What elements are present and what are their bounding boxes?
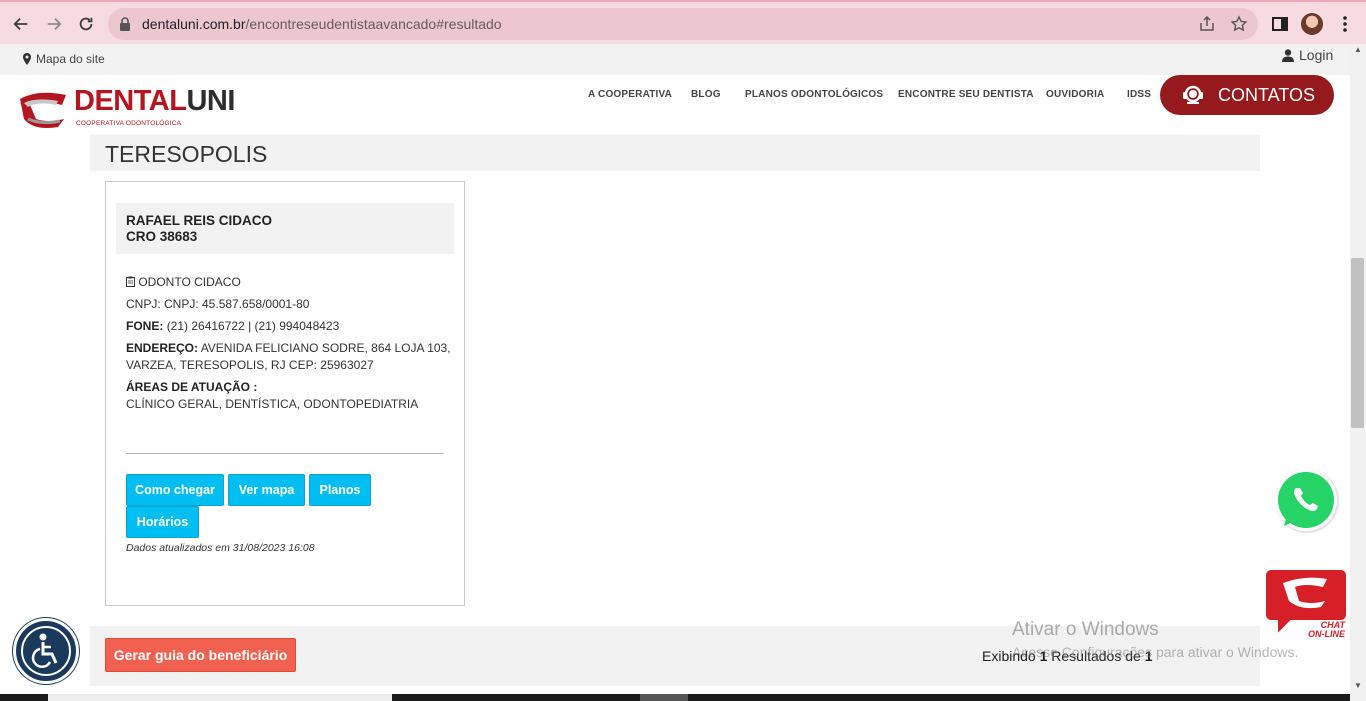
dentist-card: RAFAEL REIS CIDACO CRO 38683 ODONTO CIDA… (105, 181, 465, 606)
data-updated-note: Dados atualizados em 31/08/2023 16:08 (126, 542, 315, 554)
sitemap-link[interactable]: Mapa do site (22, 52, 105, 66)
practice-areas-label: ÁREAS DE ATUAÇÃO : (126, 380, 258, 394)
planos-button[interactable]: Planos (309, 474, 371, 506)
como-chegar-button[interactable]: Como chegar (126, 474, 224, 506)
address-line2: VARZEA, TERESOPOLIS, RJ CEP: 25963027 (126, 358, 374, 372)
logo-subtitle: COOPERATIVA ODONTOLÓGICA (76, 120, 182, 127)
ver-mapa-button[interactable]: Ver mapa (228, 474, 305, 506)
nav-encontre-seu-dentista[interactable]: ENCONTRE SEU DENTISTA (898, 89, 1034, 100)
practice-areas: ÁREAS DE ATUAÇÃO : CLÍNICO GERAL, DENTÍST… (126, 379, 418, 413)
sitemap-label: Mapa do site (36, 52, 105, 66)
practice-areas-value: CLÍNICO GERAL, DENTÍSTICA, ODONTOPEDIATR… (126, 397, 419, 411)
scroll-down-icon[interactable]: ▼ (1353, 682, 1363, 690)
address-bar[interactable]: dentaluni.com.br/encontreseudentistaavan… (108, 8, 1258, 40)
clipboard-icon (126, 276, 135, 287)
chat-label: CHAT ON-LINE (1305, 621, 1345, 639)
dentist-name: RAFAEL REIS CIDACO (126, 213, 273, 228)
share-icon[interactable] (1198, 15, 1216, 33)
clinic-address: ENDEREÇO: AVENIDA FELICIANO SODRE, 864 L… (126, 340, 451, 374)
logo-wordmark: DENTALUNI (74, 85, 235, 117)
city-header: TERESOPOLIS (90, 135, 1260, 171)
utility-bar: Mapa do site Login (0, 44, 1350, 75)
reload-icon[interactable] (73, 11, 99, 37)
chat-label-2: ON-LINE (1308, 629, 1345, 639)
windows-activation-title: Ativar o Windows (1012, 619, 1159, 640)
url-text: dentaluni.com.br/encontreseudentistaavan… (142, 16, 502, 32)
map-pin-icon (23, 53, 31, 65)
horarios-button[interactable]: Horários (126, 506, 199, 538)
phone-label: FONE: (126, 319, 164, 333)
clinic-cnpj: CNPJ: CNPJ: 45.587.658/0001-80 (126, 297, 310, 311)
clinic-phone: FONE: (21) 26416722 | (21) 994048423 (126, 318, 339, 335)
nav-a-cooperativa[interactable]: A COOPERATIVA (588, 89, 672, 100)
taskbar (0, 694, 1350, 701)
address-label: ENDEREÇO: (126, 341, 199, 355)
user-icon (1282, 48, 1294, 62)
nav-ouvidoria[interactable]: OUVIDORIA (1046, 89, 1104, 100)
dentaluni-logo[interactable]: DENTALUNI COOPERATIVA ODONTOLÓGICA (18, 83, 278, 129)
chat-online-widget[interactable]: CHAT ON-LINE (1265, 565, 1350, 645)
back-icon[interactable] (8, 11, 34, 37)
nav-planos-odontologicos[interactable]: PLANOS ODONTOLÓGICOS (745, 89, 883, 100)
browser-toolbar: dentaluni.com.br/encontreseudentistaavan… (0, 0, 1366, 44)
accessibility-button[interactable] (13, 618, 79, 684)
accessibility-icon (21, 626, 71, 676)
clinic-label: ODONTO CIDACO (138, 275, 241, 289)
dentist-cro: CRO 38683 (126, 229, 198, 244)
gerar-guia-button[interactable]: Gerar guia do beneficiário (105, 638, 296, 672)
headset-icon (1183, 85, 1203, 104)
forward-icon[interactable] (41, 11, 67, 37)
whatsapp-icon[interactable] (1270, 464, 1342, 536)
side-panel-icon[interactable] (1270, 14, 1290, 34)
lock-icon (120, 17, 130, 31)
nav-idss[interactable]: IDSS (1127, 89, 1151, 100)
contatos-label: CONTATOS (1218, 84, 1316, 105)
site-header: DENTALUNI COOPERATIVA ODONTOLÓGICA A COO… (0, 75, 1350, 135)
card-divider (126, 453, 444, 454)
address-line1: AVENIDA FELICIANO SODRE, 864 LOJA 103, (200, 341, 451, 355)
scrollbar-thumb[interactable] (1351, 258, 1364, 428)
scroll-up-icon[interactable]: ▲ (1353, 46, 1363, 54)
bookmark-star-icon[interactable] (1230, 15, 1248, 33)
dentist-card-header: RAFAEL REIS CIDACO CRO 38683 (116, 203, 454, 254)
contatos-button[interactable]: CONTATOS (1160, 75, 1334, 115)
profile-avatar[interactable] (1301, 13, 1323, 35)
clinic-name: ODONTO CIDACO (126, 274, 241, 291)
logo-mark-icon (20, 92, 66, 128)
phone-value: (21) 26416722 | (21) 994048423 (166, 319, 340, 333)
windows-activation-subtitle: Acesse Configurações para ativar o Windo… (1012, 644, 1299, 660)
login-label: Login (1299, 47, 1334, 63)
city-title: TERESOPOLIS (105, 141, 268, 167)
menu-dots-icon[interactable] (1335, 14, 1355, 34)
nav-blog[interactable]: BLOG (691, 89, 721, 100)
login-link[interactable]: Login (1282, 47, 1333, 63)
